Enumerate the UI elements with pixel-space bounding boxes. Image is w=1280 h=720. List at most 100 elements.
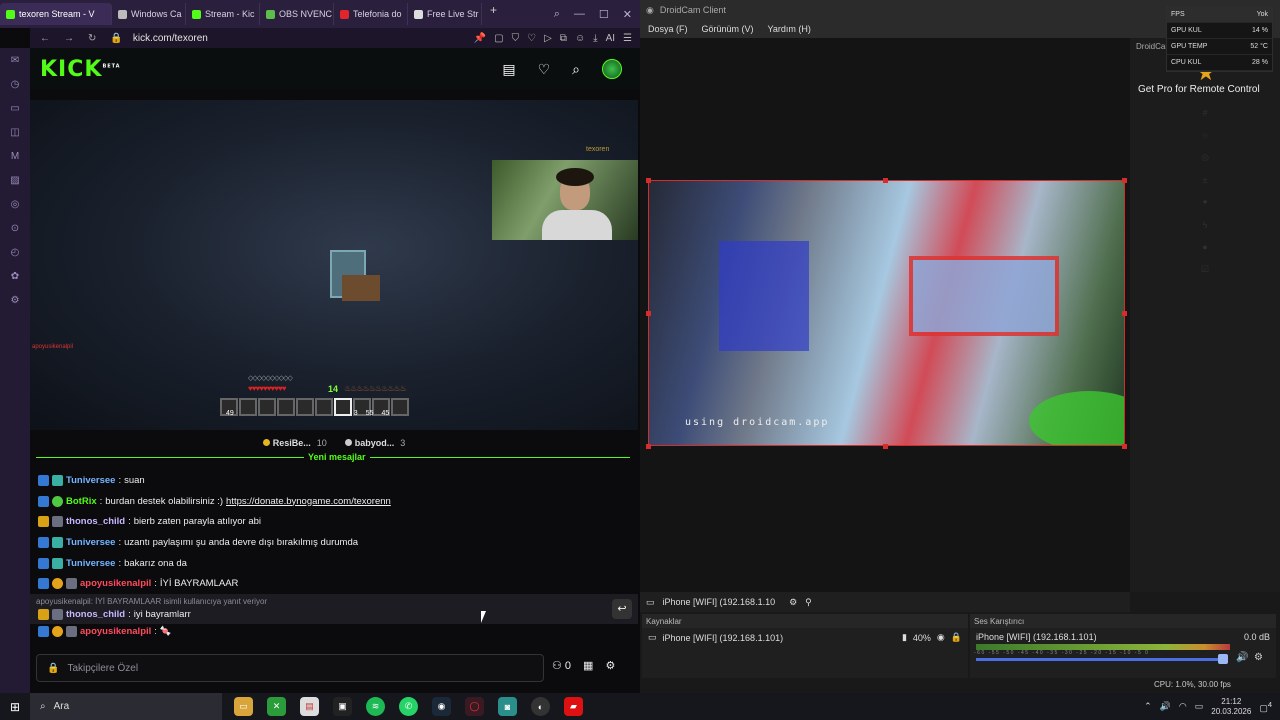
droidcam-taskbar-icon[interactable]: ◙ [498, 697, 517, 716]
spotify-icon[interactable]: ≋ [366, 697, 385, 716]
back-icon[interactable]: ← [40, 33, 50, 44]
forward-icon[interactable]: → [64, 33, 74, 44]
sidebar-history-icon[interactable]: ◷ [8, 78, 22, 92]
reload-icon[interactable]: ↻ [88, 33, 96, 44]
speaker-icon[interactable]: 🔊 [1236, 652, 1248, 663]
network-icon[interactable]: ◠ [1179, 701, 1187, 712]
menu-help[interactable]: Yardım (H) [768, 24, 811, 34]
menu-view[interactable]: Görünüm (V) [702, 24, 754, 34]
avatar[interactable] [602, 59, 622, 79]
download-icon[interactable]: ⤓ [593, 33, 597, 44]
notifications-icon[interactable]: ▢4 [1259, 700, 1272, 714]
sidebar-player-icon[interactable]: ◫ [8, 126, 22, 140]
sidebar-clock-icon[interactable]: ◴ [8, 246, 22, 260]
volume-slider-knob[interactable] [1218, 654, 1228, 664]
leaderboard-entry[interactable]: babyod... 3 [344, 438, 405, 448]
app-red-icon[interactable]: ▰ [564, 697, 583, 716]
resize-handle[interactable] [1122, 311, 1127, 316]
battery-icon[interactable]: ▭ [1195, 701, 1204, 712]
search-icon[interactable]: ⌕ [572, 61, 580, 78]
new-tab-button[interactable]: + [482, 3, 505, 25]
pin-icon[interactable]: 📌 [474, 33, 486, 44]
visibility-icon[interactable]: ◉ [937, 632, 945, 643]
xbox-icon[interactable]: ✕ [267, 697, 286, 716]
browser-tab[interactable]: Windows Ca [112, 3, 186, 25]
sidebar-settings-icon[interactable]: ⊙ [8, 222, 22, 236]
lock-icon[interactable]: 🔒 [951, 632, 962, 643]
browser-tab[interactable]: Stream - Kic [186, 3, 260, 25]
sidebar-wallet-icon[interactable]: ▭ [8, 102, 22, 116]
extensions-icon[interactable]: ⧉ [560, 33, 567, 44]
url-field[interactable]: kick.com/texoren [133, 33, 208, 44]
chat-username[interactable]: BotRix [66, 496, 97, 507]
profile-icon[interactable]: ☺ [575, 33, 585, 44]
chat-username[interactable]: apoyusikenalpil [80, 578, 151, 589]
chat-link[interactable]: https://donate.bynogame.com/texorenn [226, 496, 391, 507]
ai-button[interactable]: AI [606, 33, 615, 44]
camera-preview[interactable]: using droidcam.app [648, 180, 1125, 446]
heart-icon[interactable]: ♡ [527, 33, 536, 44]
favorite-icon[interactable]: ♡ [538, 61, 551, 78]
resize-handle[interactable] [1122, 444, 1127, 449]
mixer-settings-icon[interactable]: ⚙ [1254, 652, 1263, 663]
store-icon[interactable]: ▦ [583, 659, 593, 672]
reply-back-button[interactable]: ↩ [612, 599, 632, 619]
start-button[interactable]: ⊞ [0, 700, 30, 714]
minimize-button[interactable]: — [574, 8, 585, 21]
chat-username[interactable]: Tuniversee [66, 537, 115, 548]
sidebar-puzzle-icon[interactable]: ✿ [8, 270, 22, 284]
resize-handle[interactable] [646, 444, 651, 449]
resize-handle[interactable] [646, 311, 651, 316]
sidebar-gear-icon[interactable]: ⚙ [8, 294, 22, 308]
chat-username[interactable]: thonos_child [66, 609, 125, 620]
screenshot-icon[interactable]: ▢ [494, 33, 503, 44]
filter-icon[interactable]: ⚲ [805, 597, 812, 608]
tab-label: Windows Ca [131, 9, 182, 19]
close-button[interactable]: ✕ [623, 8, 632, 21]
menu-icon[interactable]: ☰ [623, 33, 632, 44]
settings-icon[interactable]: ⚙ [789, 597, 797, 608]
browser-tab[interactable]: texoren Stream - V [0, 3, 112, 25]
following-icon[interactable]: ▤ [502, 61, 515, 78]
tray-chevron-icon[interactable]: ⌃ [1144, 701, 1152, 712]
chat-settings-icon[interactable]: ⚙ [605, 659, 615, 672]
menu-file[interactable]: Dosya (F) [648, 24, 688, 34]
shield-icon[interactable]: ⛉ [512, 33, 520, 44]
get-pro-link[interactable]: Get Pro for Remote Control [1138, 84, 1260, 95]
sidebar-twitch-icon[interactable]: ▨ [8, 174, 22, 188]
chat-username[interactable]: thonos_child [66, 516, 125, 527]
resize-handle[interactable] [883, 178, 888, 183]
clock[interactable]: 21:12 20.03.2026 [1211, 697, 1251, 717]
play-icon[interactable]: ▷ [544, 33, 552, 44]
sidebar-mail-icon[interactable]: M [8, 150, 22, 164]
folder-icon[interactable]: ▭ [234, 697, 253, 716]
volume-icon[interactable]: 🔊 [1160, 701, 1171, 712]
opera-icon[interactable]: ◯ [465, 697, 484, 716]
resize-handle[interactable] [646, 178, 651, 183]
capture-icon[interactable]: ▣ [333, 697, 352, 716]
steam-icon[interactable]: ◉ [432, 697, 451, 716]
resize-handle[interactable] [1122, 178, 1127, 183]
volume-slider[interactable] [976, 658, 1226, 661]
browser-tab[interactable]: Free Live Str [408, 3, 482, 25]
source-item[interactable]: ▭ iPhone [WIFI] (192.168.1.101) ▮ 40% ◉ … [642, 628, 968, 647]
obs-icon[interactable]: ◐ [531, 697, 550, 716]
chat-username[interactable]: apoyusikenalpil [80, 626, 151, 637]
browser-tab[interactable]: OBS NVENC [260, 3, 334, 25]
kick-logo[interactable]: KICKBETA [40, 57, 121, 82]
maximize-button[interactable]: ☐ [599, 8, 609, 21]
leaderboard-entry[interactable]: ResiBe... 10 [262, 438, 327, 448]
browser-tab[interactable]: Telefonia do [334, 3, 408, 25]
document-icon[interactable]: ▤ [300, 697, 319, 716]
sidebar-instagram-icon[interactable]: ◎ [8, 198, 22, 212]
whatsapp-icon[interactable]: ✆ [399, 697, 418, 716]
stream-video[interactable]: texoren apoyusikenalpil ◇◇◇◇◇◇◇◇◇◇ ♥♥♥♥♥… [30, 100, 638, 430]
search-tabs-icon[interactable]: ⌕ [554, 8, 560, 21]
chat-input[interactable]: 🔒 Takipçilere Özel [36, 654, 544, 682]
points-button[interactable]: ⚇ 0 [552, 659, 571, 672]
taskbar-search[interactable]: ⌕ Ara [30, 693, 222, 720]
chat-username[interactable]: Tuniversee [66, 558, 115, 569]
sidebar-messenger-icon[interactable]: ✉ [8, 54, 22, 68]
resize-handle[interactable] [883, 444, 888, 449]
chat-username[interactable]: Tuniversee [66, 475, 115, 486]
